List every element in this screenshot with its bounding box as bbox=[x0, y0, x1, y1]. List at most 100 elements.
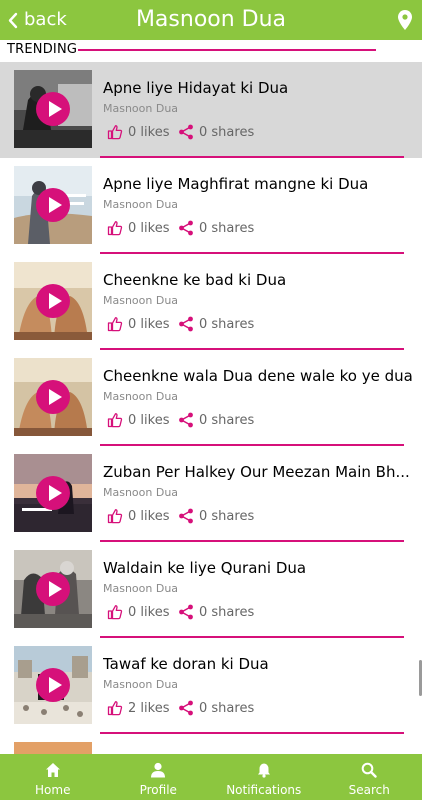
play-button[interactable] bbox=[36, 476, 70, 510]
tab-search-label: Search bbox=[348, 783, 390, 797]
back-label[interactable]: back bbox=[24, 8, 67, 32]
bottom-nav: Home Profile Notifications Search bbox=[0, 754, 422, 800]
profile-icon bbox=[151, 762, 166, 778]
item-category: Masnoon Dua bbox=[103, 198, 179, 211]
home-icon bbox=[45, 763, 60, 777]
tab-search[interactable]: Search bbox=[317, 754, 422, 800]
like-button[interactable]: 0 likes bbox=[107, 218, 169, 238]
list-item[interactable]: Waldain ke liye Qurani Dua Masnoon Dua 0… bbox=[0, 542, 422, 638]
share-icon bbox=[179, 412, 193, 428]
tab-profile-label: Profile bbox=[139, 783, 177, 797]
share-button[interactable]: 0 shares bbox=[178, 410, 254, 430]
likes-count: 0 likes bbox=[128, 508, 170, 524]
thumbnail[interactable] bbox=[14, 166, 92, 244]
likes-count: 0 likes bbox=[128, 604, 170, 620]
play-button[interactable] bbox=[36, 668, 70, 702]
shares-count: 0 shares bbox=[199, 124, 255, 140]
map-pin-icon[interactable] bbox=[398, 10, 412, 30]
list-item[interactable]: Cheenkne wala Dua dene wale ko ye dua Ma… bbox=[0, 350, 422, 446]
thumbs-up-icon bbox=[107, 317, 123, 332]
thumbs-up-icon bbox=[107, 221, 123, 236]
list-item[interactable]: Zuban Per Halkey Our Meezan Main Bh... M… bbox=[0, 446, 422, 542]
share-icon bbox=[179, 124, 193, 140]
share-icon bbox=[179, 700, 193, 716]
trending-section-header: TRENDING bbox=[0, 40, 422, 60]
play-button[interactable] bbox=[36, 572, 70, 606]
tab-notifications[interactable]: Notifications bbox=[211, 754, 317, 800]
tab-home[interactable]: Home bbox=[0, 754, 106, 800]
item-title: Tawaf ke doran ki Dua bbox=[103, 655, 269, 673]
shares-count: 0 shares bbox=[199, 316, 255, 332]
dua-list[interactable]: Apne liye Hidayat ki Dua Masnoon Dua 0 l… bbox=[0, 62, 422, 754]
section-divider bbox=[78, 49, 376, 51]
item-title: Apne liye Maghfirat mangne ki Dua bbox=[103, 175, 369, 193]
tab-home-label: Home bbox=[35, 783, 71, 797]
thumbs-up-icon bbox=[107, 125, 123, 140]
likes-count: 2 likes bbox=[128, 700, 170, 716]
thumbnail[interactable] bbox=[14, 646, 92, 724]
list-item[interactable]: Cheenkne ke bad ki Dua Masnoon Dua 0 lik… bbox=[0, 254, 422, 350]
play-button[interactable] bbox=[36, 188, 70, 222]
shares-count: 0 shares bbox=[199, 220, 255, 236]
share-icon bbox=[179, 604, 193, 620]
thumbs-up-icon bbox=[107, 605, 123, 620]
thumbnail[interactable] bbox=[14, 358, 92, 436]
item-title: Waldain ke liye Qurani Dua bbox=[103, 559, 307, 577]
share-button[interactable]: 0 shares bbox=[178, 218, 254, 238]
like-button[interactable]: 0 likes bbox=[107, 410, 169, 430]
item-title: Zuban Per Halkey Our Meezan Main Bh... bbox=[103, 463, 410, 481]
share-icon bbox=[179, 508, 193, 524]
list-item[interactable]: Apne liye Hidayat ki Dua Masnoon Dua 0 l… bbox=[0, 62, 422, 158]
like-button[interactable]: 0 likes bbox=[107, 122, 169, 142]
shares-count: 0 shares bbox=[199, 412, 255, 428]
item-category: Masnoon Dua bbox=[103, 102, 179, 115]
item-title: Cheenkne wala Dua dene wale ko ye dua bbox=[103, 367, 413, 385]
item-category: Masnoon Dua bbox=[103, 294, 179, 307]
share-button[interactable]: 0 shares bbox=[178, 122, 254, 142]
play-button[interactable] bbox=[36, 284, 70, 318]
shares-count: 0 shares bbox=[199, 700, 255, 716]
thumbnail[interactable] bbox=[14, 742, 92, 754]
item-title: Cheenkne ke bad ki Dua bbox=[103, 271, 287, 289]
share-button[interactable]: 0 shares bbox=[178, 314, 254, 334]
list-item[interactable]: Tawaf ke doran ki Dua Masnoon Dua 2 like… bbox=[0, 638, 422, 734]
app-header: back Masnoon Dua bbox=[0, 0, 422, 40]
likes-count: 0 likes bbox=[128, 316, 170, 332]
thumbnail-image bbox=[14, 742, 92, 754]
thumbnail[interactable] bbox=[14, 262, 92, 340]
thumbs-up-icon bbox=[107, 701, 123, 716]
item-category: Masnoon Dua bbox=[103, 390, 179, 403]
item-category: Masnoon Dua bbox=[103, 582, 179, 595]
section-label: TRENDING bbox=[7, 42, 78, 57]
thumbs-up-icon bbox=[107, 413, 123, 428]
likes-count: 0 likes bbox=[128, 412, 170, 428]
list-item[interactable]: Apne liye Maghfirat mangne ki Dua Masnoo… bbox=[0, 158, 422, 254]
like-button[interactable]: 2 likes bbox=[107, 698, 169, 718]
thumbs-up-icon bbox=[107, 509, 123, 524]
tab-profile[interactable]: Profile bbox=[106, 754, 212, 800]
thumbnail[interactable] bbox=[14, 550, 92, 628]
share-icon bbox=[179, 316, 193, 332]
list-item-partial[interactable] bbox=[0, 734, 422, 754]
like-button[interactable]: 0 likes bbox=[107, 314, 169, 334]
item-category: Masnoon Dua bbox=[103, 486, 179, 499]
play-button[interactable] bbox=[36, 380, 70, 414]
share-icon bbox=[179, 220, 193, 236]
thumbnail[interactable] bbox=[14, 454, 92, 532]
shares-count: 0 shares bbox=[199, 508, 255, 524]
item-category: Masnoon Dua bbox=[103, 678, 179, 691]
tab-notifications-label: Notifications bbox=[226, 783, 302, 797]
back-button[interactable]: back bbox=[7, 8, 67, 32]
likes-count: 0 likes bbox=[128, 124, 170, 140]
share-button[interactable]: 0 shares bbox=[178, 506, 254, 526]
likes-count: 0 likes bbox=[128, 220, 170, 236]
item-title: Apne liye Hidayat ki Dua bbox=[103, 79, 289, 97]
bell-icon bbox=[257, 763, 270, 778]
thumbnail[interactable] bbox=[14, 70, 92, 148]
share-button[interactable]: 0 shares bbox=[178, 602, 254, 622]
like-button[interactable]: 0 likes bbox=[107, 506, 169, 526]
like-button[interactable]: 0 likes bbox=[107, 602, 169, 622]
share-button[interactable]: 0 shares bbox=[178, 698, 254, 718]
play-button[interactable] bbox=[36, 92, 70, 126]
chevron-left-icon bbox=[8, 12, 18, 28]
